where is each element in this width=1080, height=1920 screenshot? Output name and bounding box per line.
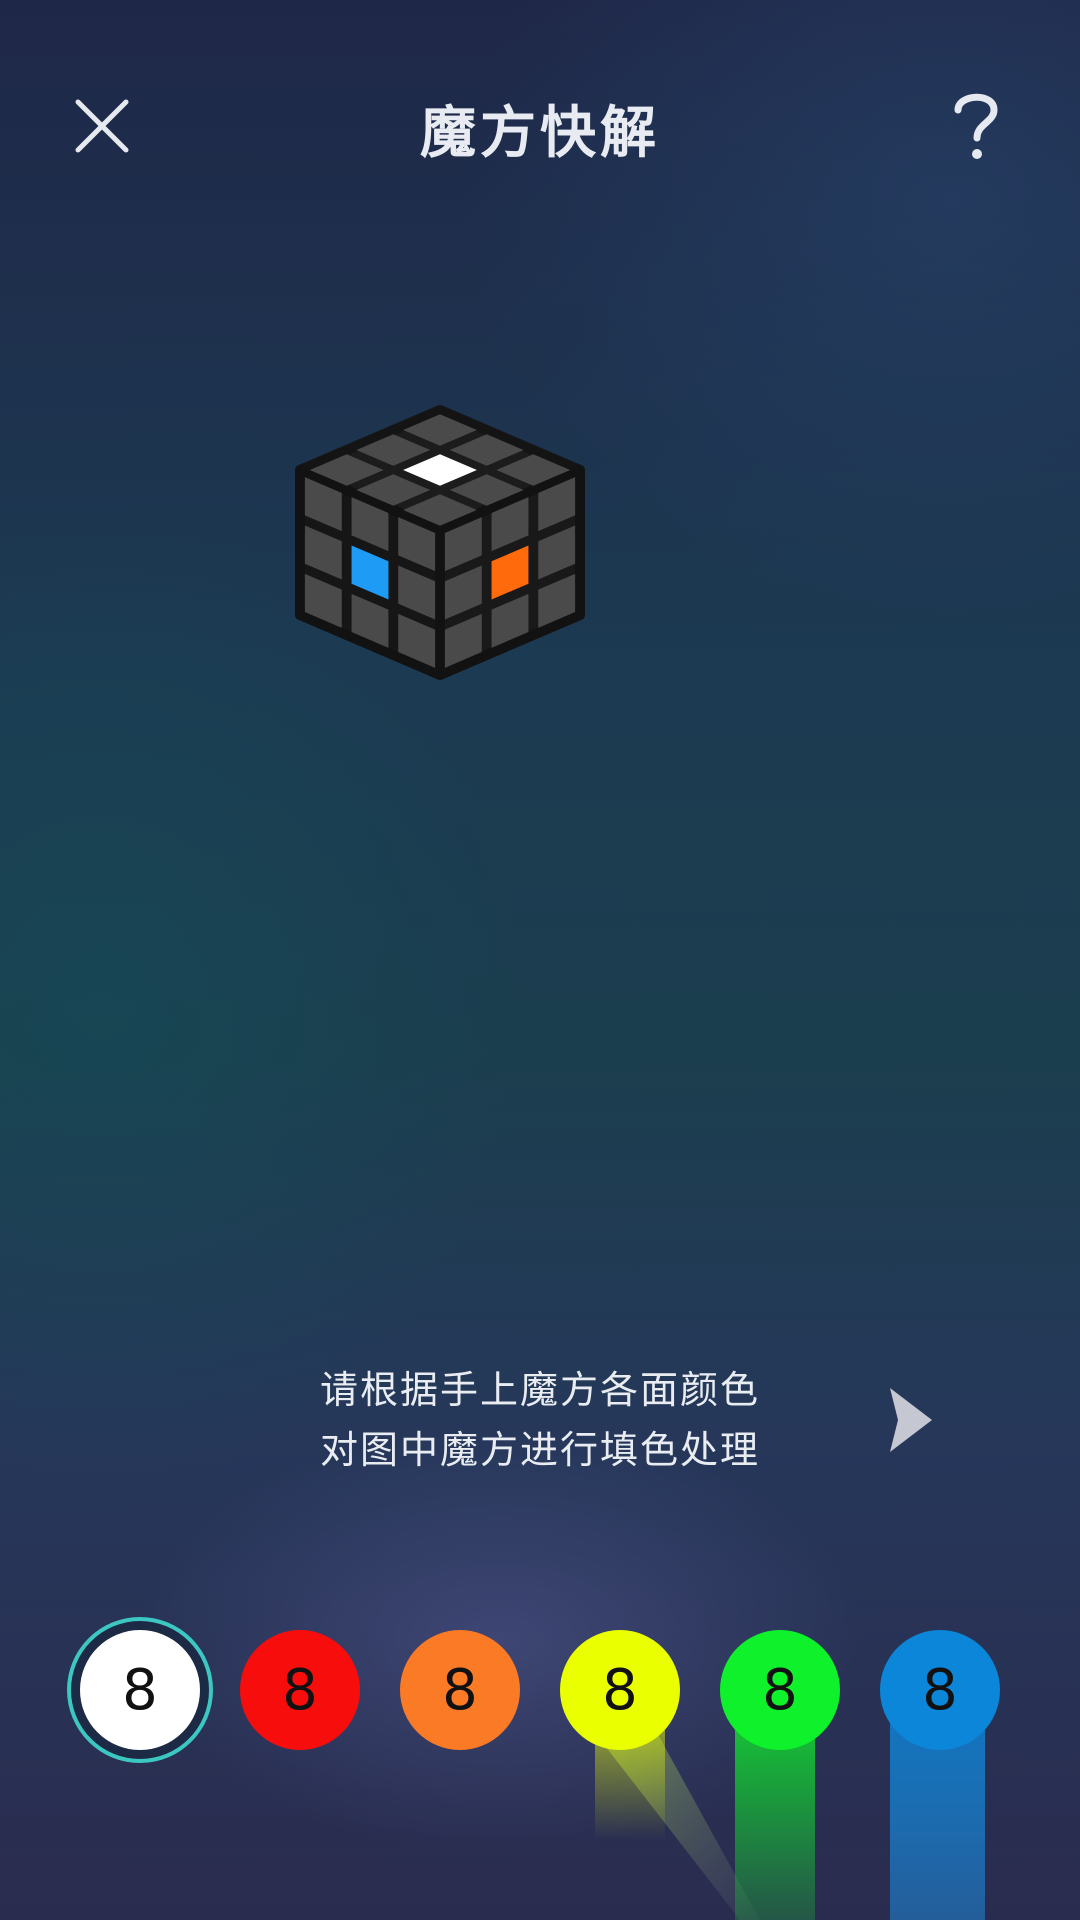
color-swatch-yellow[interactable]: 8	[560, 1630, 680, 1750]
next-arrow-icon	[890, 1388, 932, 1452]
help-button[interactable]	[946, 86, 1006, 166]
instruction-line-2: 对图中魔方进行填色处理	[319, 1428, 760, 1472]
top-bar: 魔方快解	[0, 0, 1080, 260]
instruction-line-1: 请根据手上魔方各面颜色	[319, 1368, 760, 1412]
help-icon	[954, 93, 998, 159]
rubiks-cube-3d[interactable]	[120, 330, 960, 1180]
color-palette: 888888	[0, 1620, 1080, 1760]
color-swatch-orange[interactable]: 8	[400, 1630, 520, 1750]
color-swatch-red[interactable]: 8	[240, 1630, 360, 1750]
color-swatch-blue[interactable]: 8	[880, 1630, 1000, 1750]
next-button[interactable]	[880, 1380, 940, 1460]
color-swatch-white[interactable]: 8	[80, 1630, 200, 1750]
instruction-text: 请根据手上魔方各面颜色 对图中魔方进行填色处理	[250, 1360, 830, 1480]
color-swatch-green[interactable]: 8	[720, 1630, 840, 1750]
page-title: 魔方快解	[420, 101, 660, 166]
